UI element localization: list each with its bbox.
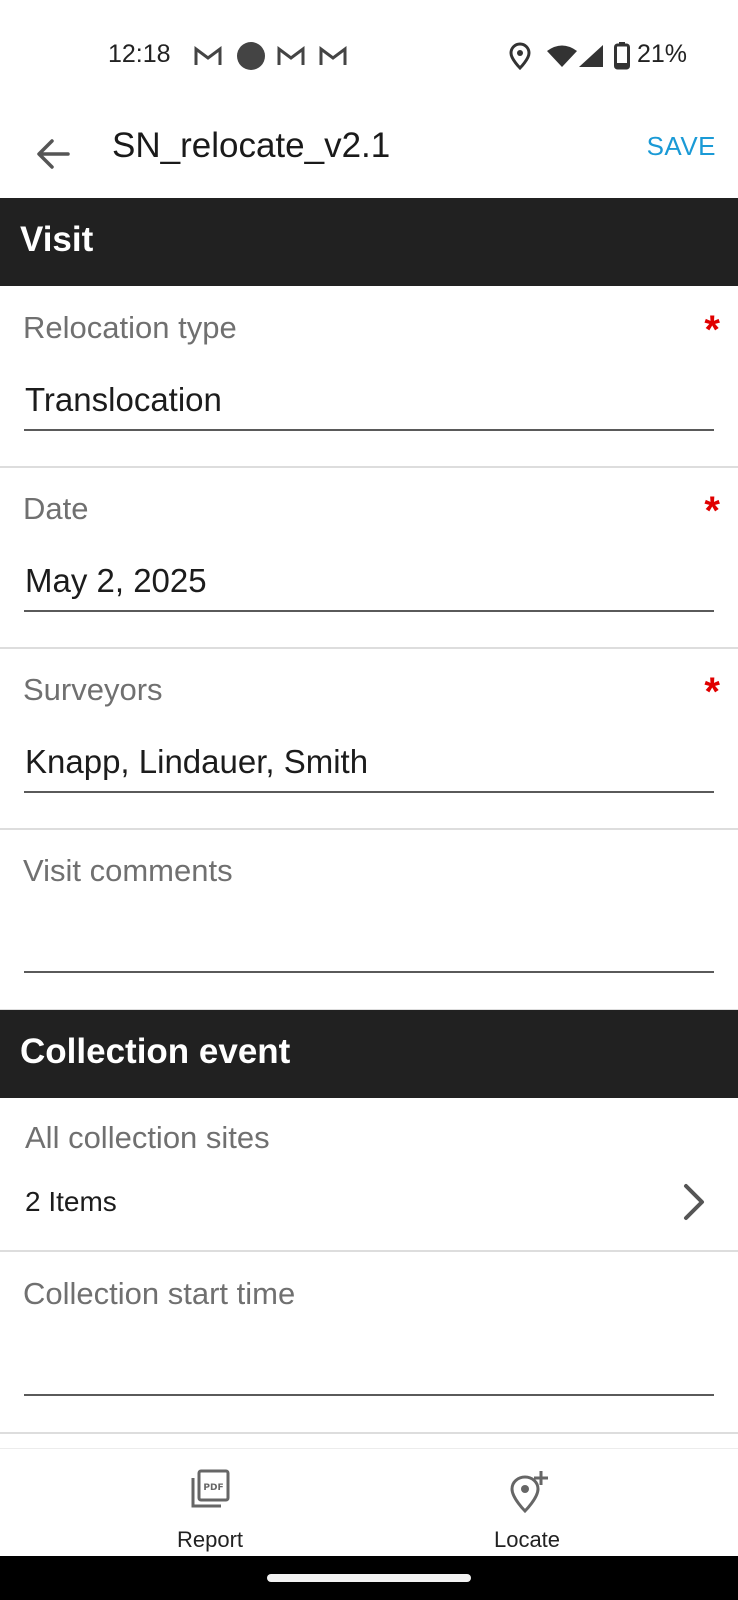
relocation-type-value[interactable]: Translocation — [25, 381, 222, 419]
visit-comments-field[interactable]: Visit comments — [0, 829, 738, 1011]
field-label: Relocation type — [23, 310, 237, 345]
field-label: Visit comments — [23, 853, 233, 888]
surveyors-value[interactable]: Knapp, Lindauer, Smith — [25, 743, 368, 781]
home-gesture-handle[interactable] — [267, 1574, 471, 1582]
arrow-back-icon — [37, 139, 70, 169]
battery-percent: 21% — [637, 40, 688, 68]
pdf-report-icon: PDF — [191, 1469, 230, 1508]
status-time: 12:18 — [108, 40, 171, 68]
gmail-icon — [319, 46, 347, 65]
svg-text:PDF: PDF — [203, 1483, 223, 1493]
date-field[interactable]: Date * May 2, 2025 — [0, 467, 738, 649]
app-bar: SN_relocate_v2.1 SAVE — [0, 112, 738, 198]
nav-locate-label: Locate — [493, 1527, 561, 1552]
date-value[interactable]: May 2, 2025 — [25, 562, 207, 600]
save-button[interactable]: SAVE — [647, 131, 716, 162]
chevron-right-icon — [684, 1184, 704, 1220]
required-indicator: * — [704, 670, 720, 714]
required-indicator: * — [704, 308, 720, 352]
section-header-collection-event: Collection event — [0, 1010, 738, 1098]
gmail-icon — [277, 46, 305, 65]
relocation-type-field[interactable]: Relocation type * Translocation — [0, 286, 738, 468]
gmail-icon — [194, 46, 222, 65]
bottom-navigation: PDF Report Locate — [0, 1448, 738, 1557]
field-underline — [24, 791, 714, 793]
back-button[interactable] — [30, 130, 78, 178]
cell-signal-icon — [579, 45, 603, 67]
nav-report-label: Report — [176, 1527, 244, 1552]
wifi-icon — [547, 45, 577, 67]
field-underline — [24, 610, 714, 612]
field-underline — [24, 429, 714, 431]
field-underline — [24, 1394, 714, 1396]
dot-icon — [237, 42, 265, 70]
status-bar: 12:18 21% — [0, 0, 738, 112]
page-title: SN_relocate_v2.1 — [112, 126, 391, 165]
collection-sites-count: 2 Items — [25, 1186, 117, 1217]
add-location-icon — [510, 1471, 548, 1514]
field-label: All collection sites — [25, 1120, 270, 1155]
location-icon — [509, 42, 531, 70]
section-title: Visit — [20, 220, 94, 259]
field-label: Surveyors — [23, 672, 163, 707]
surveyors-field[interactable]: Surveyors * Knapp, Lindauer, Smith — [0, 648, 738, 830]
collection-start-time-field[interactable]: Collection start time — [0, 1252, 738, 1434]
field-label: Date — [23, 491, 89, 526]
nav-report-button[interactable]: PDF Report — [120, 1449, 300, 1557]
required-indicator: * — [704, 489, 720, 533]
section-header-visit: Visit — [0, 198, 738, 286]
all-collection-sites-row[interactable]: All collection sites 2 Items — [0, 1098, 738, 1252]
battery-icon — [614, 42, 630, 70]
nav-locate-button[interactable]: Locate — [437, 1449, 617, 1557]
field-label: Collection start time — [23, 1276, 296, 1311]
section-title: Collection event — [20, 1032, 291, 1071]
field-underline — [24, 971, 714, 973]
system-gesture-bar — [0, 1556, 738, 1600]
